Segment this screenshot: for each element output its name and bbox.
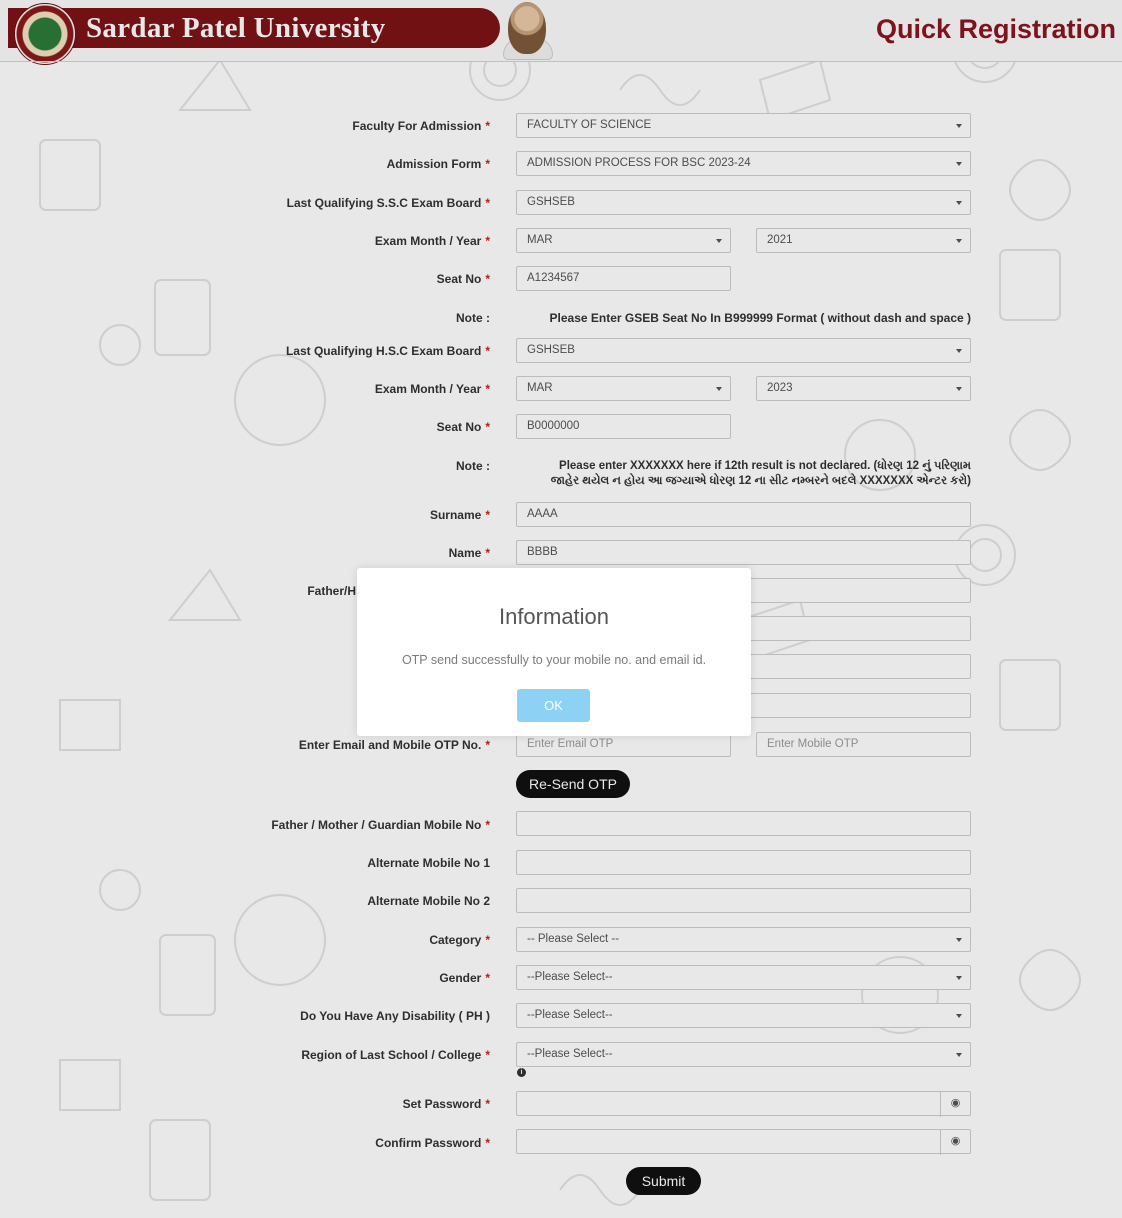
modal-message: OTP send successfully to your mobile no.…	[401, 653, 707, 667]
ok-button[interactable]: OK	[517, 689, 590, 722]
modal-title: Information	[498, 604, 610, 629]
information-modal: Information OTP send successfully to you…	[357, 568, 751, 736]
